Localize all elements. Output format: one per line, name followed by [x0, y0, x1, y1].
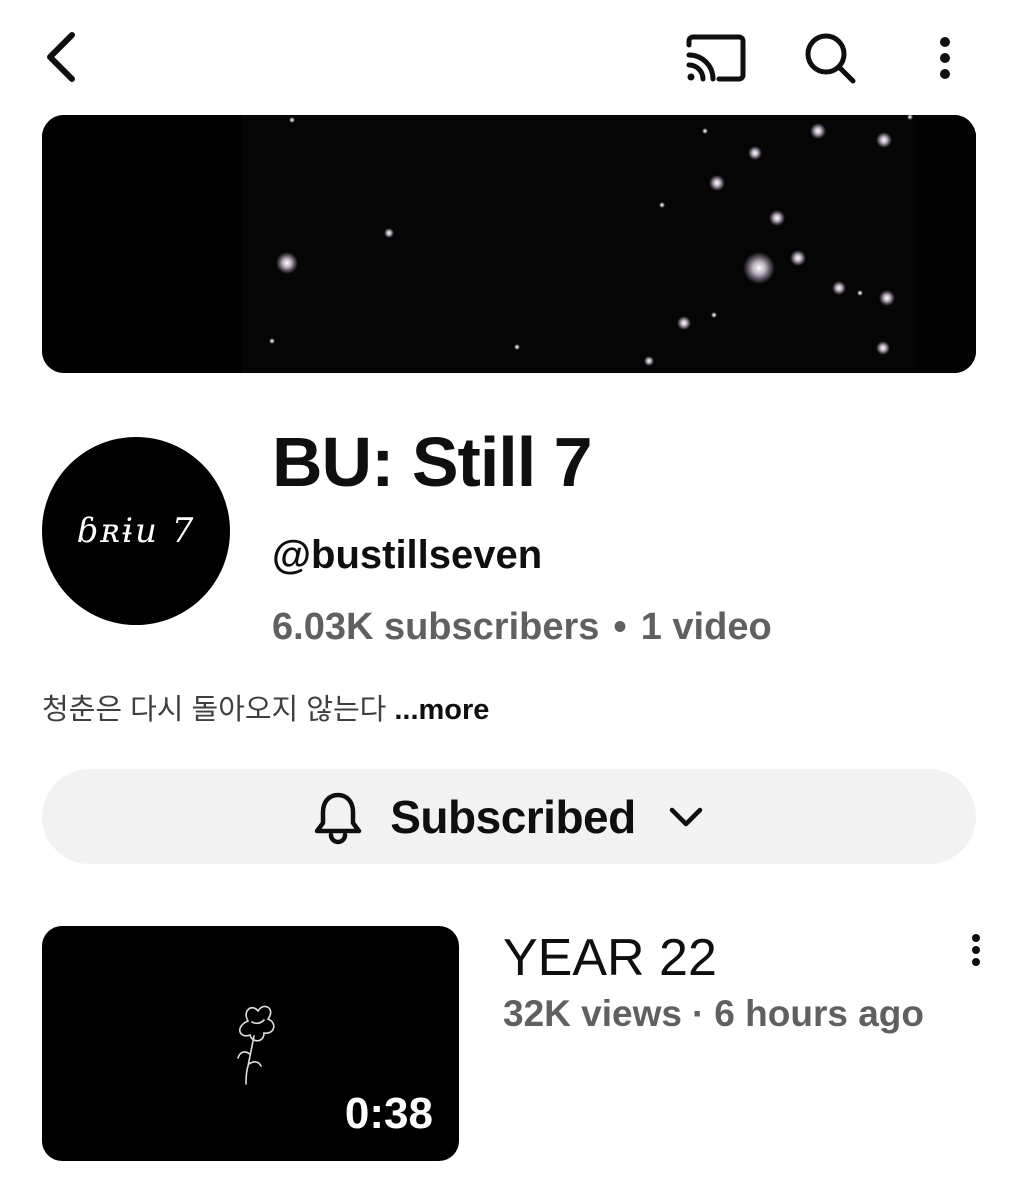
top-app-bar	[0, 0, 1018, 115]
channel-banner	[42, 115, 976, 373]
description-text: 청춘은 다시 돌아오지 않는다	[42, 694, 387, 726]
channel-description[interactable]: 청춘은 다시 돌아오지 않는다 ...more	[42, 690, 489, 730]
video-count: 1 video	[640, 606, 772, 648]
cast-button[interactable]	[678, 26, 754, 90]
meta-separator: ·	[691, 993, 705, 1034]
video-views: 32K views	[503, 993, 682, 1034]
video-metadata: 32K views · 6 hours ago	[503, 992, 924, 1036]
video-title[interactable]: YEAR 22	[503, 928, 717, 988]
video-age: 6 hours ago	[714, 993, 924, 1034]
bell-icon	[310, 789, 366, 845]
description-more-link[interactable]: ...more	[394, 694, 489, 726]
search-button[interactable]	[796, 24, 864, 92]
channel-name: BU: Still 7	[272, 423, 593, 501]
search-icon	[805, 33, 856, 84]
cast-icon	[686, 34, 746, 82]
subscribed-label: Subscribed	[390, 790, 636, 843]
channel-stats: 6.03K subscribers • 1 video	[272, 602, 772, 652]
more-options-button[interactable]	[918, 24, 972, 92]
subscriber-count: 6.03K subscribers	[272, 606, 600, 648]
stats-separator: •	[613, 606, 627, 648]
channel-handle: @bustillseven	[272, 533, 543, 577]
subscribed-button[interactable]: Subscribed	[42, 769, 976, 864]
starfield-banner-image	[42, 115, 976, 373]
more-vertical-icon	[940, 37, 950, 79]
more-vertical-icon	[972, 934, 980, 966]
chevron-down-icon	[664, 795, 708, 839]
back-button[interactable]	[30, 22, 94, 92]
chevron-left-icon	[47, 32, 75, 82]
channel-page: ɓʀɨu 7 BU: Still 7 @bustillseven 6.03K s…	[0, 0, 1018, 1200]
channel-avatar[interactable]: ɓʀɨu 7	[42, 437, 230, 625]
video-more-button[interactable]	[956, 930, 996, 970]
video-duration: 0:38	[344, 1089, 433, 1138]
video-thumbnail[interactable]: 0:38	[42, 926, 459, 1161]
avatar-logo-text: ɓʀɨu 7	[76, 511, 196, 551]
